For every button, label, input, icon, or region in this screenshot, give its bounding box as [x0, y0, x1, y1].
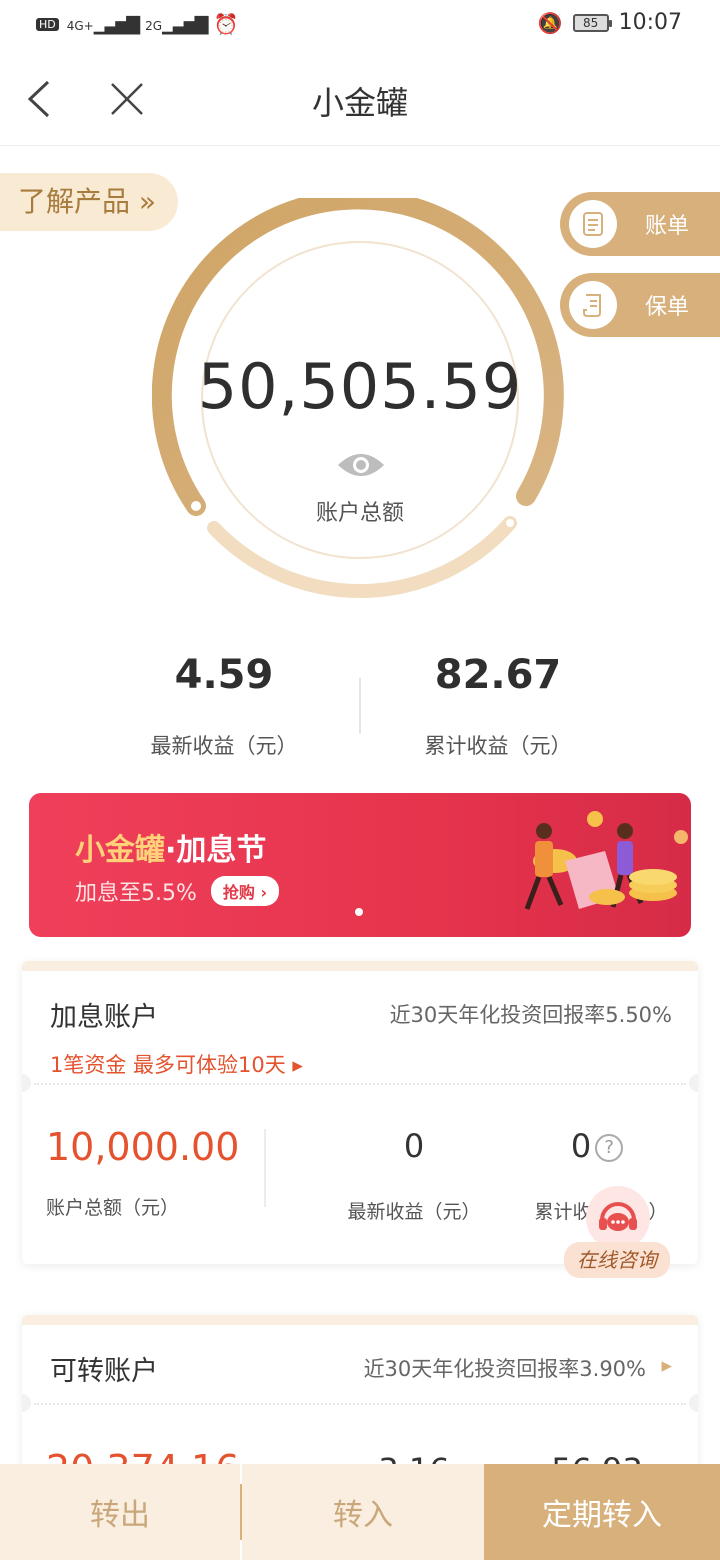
banner-title: 小金罐·加息节 — [75, 833, 267, 868]
cumulative-income-value: 82.67 — [434, 652, 562, 698]
stats-divider — [359, 678, 361, 734]
bill-icon — [569, 200, 617, 248]
bill-button[interactable]: 账单 — [560, 192, 720, 256]
status-bar: HD 4G+▁▃▅▇ 2G▁▃▅▇ ⏰ 🔕 85 10:07 — [0, 0, 720, 52]
signal-4g-icon: 4G+▁▃▅▇ — [66, 13, 140, 35]
chevron-right-icon[interactable]: ▸ — [661, 1353, 672, 1377]
cumulative-income-label: 累计收益（元） — [424, 734, 572, 758]
eye-icon[interactable] — [336, 449, 386, 481]
banner-subtitle: 加息至5.5% 抢购 › — [75, 875, 280, 907]
bottom-action-bar: 转出 转入 定期转入 — [0, 1464, 720, 1560]
promo-banner[interactable]: 小金罐·加息节 加息至5.5% 抢购 › — [29, 793, 691, 937]
policy-button[interactable]: 保单 — [560, 273, 720, 337]
latest-income-value: 4.59 — [174, 652, 274, 698]
transfer-in-button[interactable]: 转入 — [242, 1464, 484, 1560]
question-icon[interactable]: ? — [595, 1134, 624, 1162]
bonus-account-cumulative: 0? — [522, 1127, 672, 1165]
bonus-account-latest-income-label: 最新收益（元） — [347, 1201, 481, 1223]
transfer-out-button[interactable]: 转出 — [0, 1464, 240, 1560]
banner-buy-button[interactable]: 抢购 › — [210, 876, 280, 906]
headset-chat-icon — [586, 1186, 650, 1250]
card-separator — [34, 1403, 686, 1405]
hd-indicator: HD — [36, 17, 59, 31]
nav-bar: 小金罐 — [0, 52, 720, 146]
online-consult-button[interactable]: 在线咨询 — [564, 1186, 672, 1282]
fixed-transfer-in-button[interactable]: 定期转入 — [484, 1464, 720, 1560]
transfer-account-title: 可转账户 — [50, 1356, 158, 1387]
bonus-account-rate: 近30天年化投资回报率5.50% — [389, 1003, 672, 1027]
alarm-icon: ⏰ — [213, 12, 239, 36]
mute-icon: 🔕 — [537, 10, 563, 35]
latest-income-label: 最新收益（元） — [150, 734, 298, 758]
card-separator — [34, 1083, 686, 1085]
battery-icon: 85 — [572, 13, 612, 32]
bonus-account-promo[interactable]: 1笔资金 最多可体验10天 ▸ — [50, 1049, 303, 1079]
status-right: 🔕 85 10:07 — [538, 10, 682, 35]
signal-2g-icon: 2G▁▃▅▇ — [145, 13, 208, 35]
carousel-indicator — [355, 908, 363, 916]
bonus-account-title: 加息账户 — [50, 1002, 158, 1033]
bonus-account-total-label: 账户总额（元） — [46, 1197, 180, 1219]
transfer-account-rate: 近30天年化投资回报率3.90% — [363, 1357, 646, 1381]
bonus-account-total: 10,000.00 — [46, 1125, 240, 1169]
total-balance-label: 账户总额 — [315, 501, 404, 526]
banner-illustration — [524, 811, 688, 910]
online-consult-label: 在线咨询 — [564, 1242, 670, 1278]
page-title: 小金罐 — [311, 84, 408, 122]
policy-label: 保单 — [645, 295, 690, 320]
clock: 10:07 — [618, 10, 682, 35]
bonus-account-latest-income: 0 — [403, 1127, 425, 1165]
total-balance: 50,505.59 — [197, 350, 523, 423]
bill-label: 账单 — [645, 214, 690, 239]
policy-icon — [569, 281, 617, 329]
status-left: HD 4G+▁▃▅▇ 2G▁▃▅▇ ⏰ — [36, 12, 238, 36]
